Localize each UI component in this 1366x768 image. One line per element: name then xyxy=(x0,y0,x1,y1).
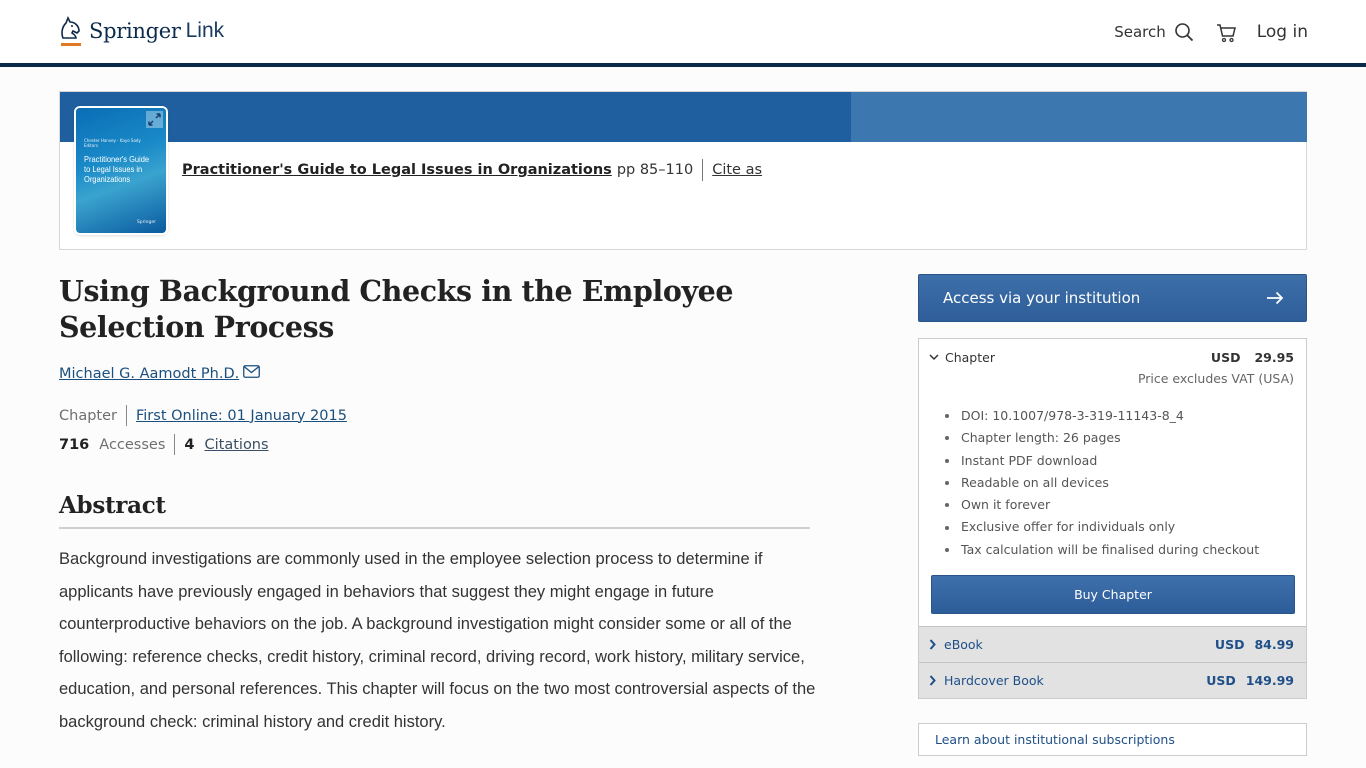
feature-item: DOI: 10.1007/978-3-319-11143-8_4 xyxy=(945,405,1259,427)
chapter-meta: Chapter First Online: 01 January 2015 xyxy=(59,405,347,426)
option-label: eBook xyxy=(944,637,983,652)
accesses-label: Accesses xyxy=(99,436,166,453)
book-banner xyxy=(60,92,851,142)
search-label: Search xyxy=(1114,23,1166,41)
option-price: USD 84.99 xyxy=(1215,637,1294,652)
currency: USD xyxy=(1206,673,1236,688)
arrow-right-icon xyxy=(1267,291,1284,305)
chapter-features-list: DOI: 10.1007/978-3-319-11143-8_4 Chapter… xyxy=(945,405,1259,561)
option-label: Hardcover Book xyxy=(944,673,1044,688)
cite-as-link[interactable]: Cite as xyxy=(712,162,762,178)
book-citation-line: Practitioner's Guide to Legal Issues in … xyxy=(182,159,762,181)
book-info-panel: Chester Hanvey · Kayo Sady Editors Pract… xyxy=(59,91,1307,250)
hardcover-option[interactable]: Hardcover Book USD 149.99 xyxy=(919,662,1306,698)
divider xyxy=(174,434,176,455)
search-icon xyxy=(1174,23,1193,42)
price-value: 149.99 xyxy=(1245,673,1294,688)
citations-link[interactable]: Citations xyxy=(205,437,269,453)
divider xyxy=(702,159,704,181)
purchase-box: Chapter USD 29.95 Price excludes VAT (USA… xyxy=(918,338,1307,699)
access-via-institution-button[interactable]: Access via your institution xyxy=(918,274,1307,322)
currency: USD xyxy=(1210,350,1241,365)
cover-editors: Chester Hanvey · Kayo Sady Editors xyxy=(84,138,141,148)
chapter-metrics: 716 Accesses 4 Citations xyxy=(59,434,269,455)
feature-item: Own it forever xyxy=(945,494,1259,516)
feature-item: Instant PDF download xyxy=(945,450,1259,472)
expand-icon xyxy=(148,113,161,126)
cart-button[interactable] xyxy=(1216,22,1237,43)
logo-product-text: Link xyxy=(185,19,225,42)
chevron-right-icon xyxy=(929,675,936,686)
author-line: Michael G. Aamodt Ph.D. xyxy=(59,364,261,382)
cover-publisher: Springer xyxy=(136,220,156,225)
access-button-label: Access via your institution xyxy=(943,289,1141,307)
springer-link-logo[interactable]: Springer Link xyxy=(58,16,224,46)
search-button[interactable]: Search xyxy=(1114,22,1194,42)
price-value: 84.99 xyxy=(1254,637,1294,652)
chevron-right-icon xyxy=(929,639,936,650)
buy-chapter-button[interactable]: Buy Chapter xyxy=(931,575,1295,614)
abstract-heading: Abstract xyxy=(59,492,810,529)
accesses-count: 716 xyxy=(59,436,90,453)
institutional-subscriptions-link[interactable]: Learn about institutional subscriptions xyxy=(918,723,1307,756)
content-type: Chapter xyxy=(59,407,117,424)
divider xyxy=(125,405,127,426)
book-cover-image[interactable]: Chester Hanvey · Kayo Sady Editors Pract… xyxy=(76,108,166,233)
header-divider xyxy=(0,63,1366,67)
feature-item: Exclusive offer for individuals only xyxy=(945,516,1259,538)
price-value: 29.95 xyxy=(1254,350,1294,365)
feature-item: Readable on all devices xyxy=(945,472,1259,494)
cover-title: Practitioner's Guide to Legal Issues in … xyxy=(84,154,150,184)
author-link[interactable]: Michael G. Aamodt Ph.D. xyxy=(59,366,239,382)
feature-item: Tax calculation will be finalised during… xyxy=(945,539,1259,561)
citations-count: 4 xyxy=(184,436,195,453)
book-banner-right xyxy=(851,92,1307,142)
chapter-option-label: Chapter xyxy=(945,350,995,365)
site-header: Springer Link Search Log in xyxy=(0,0,1366,63)
book-title-link[interactable]: Practitioner's Guide to Legal Issues in … xyxy=(182,162,612,178)
chapter-title: Using Background Checks in the Employee … xyxy=(59,274,734,344)
ebook-option[interactable]: eBook USD 84.99 xyxy=(919,626,1306,662)
first-online-link[interactable]: First Online: 01 January 2015 xyxy=(136,408,347,424)
login-link[interactable]: Log in xyxy=(1257,22,1308,42)
expand-cover-button[interactable] xyxy=(146,111,163,128)
cart-icon xyxy=(1216,23,1236,42)
page-range: pp 85–110 xyxy=(616,162,694,178)
vat-note: Price excludes VAT (USA) xyxy=(1137,371,1294,386)
chapter-option-header[interactable]: Chapter USD 29.95 Price excludes VAT (USA… xyxy=(919,339,1306,399)
abstract-text: Background investigations are commonly u… xyxy=(59,550,816,731)
email-icon[interactable] xyxy=(243,364,261,378)
chapter-price: USD 29.95 xyxy=(1211,350,1294,365)
option-price: USD 149.99 xyxy=(1206,673,1294,688)
springer-horse-icon xyxy=(58,16,84,46)
currency: USD xyxy=(1214,637,1245,652)
logo-brand-text: Springer xyxy=(89,19,181,43)
feature-item: Chapter length: 26 pages xyxy=(945,427,1259,449)
chevron-down-icon xyxy=(929,354,939,361)
